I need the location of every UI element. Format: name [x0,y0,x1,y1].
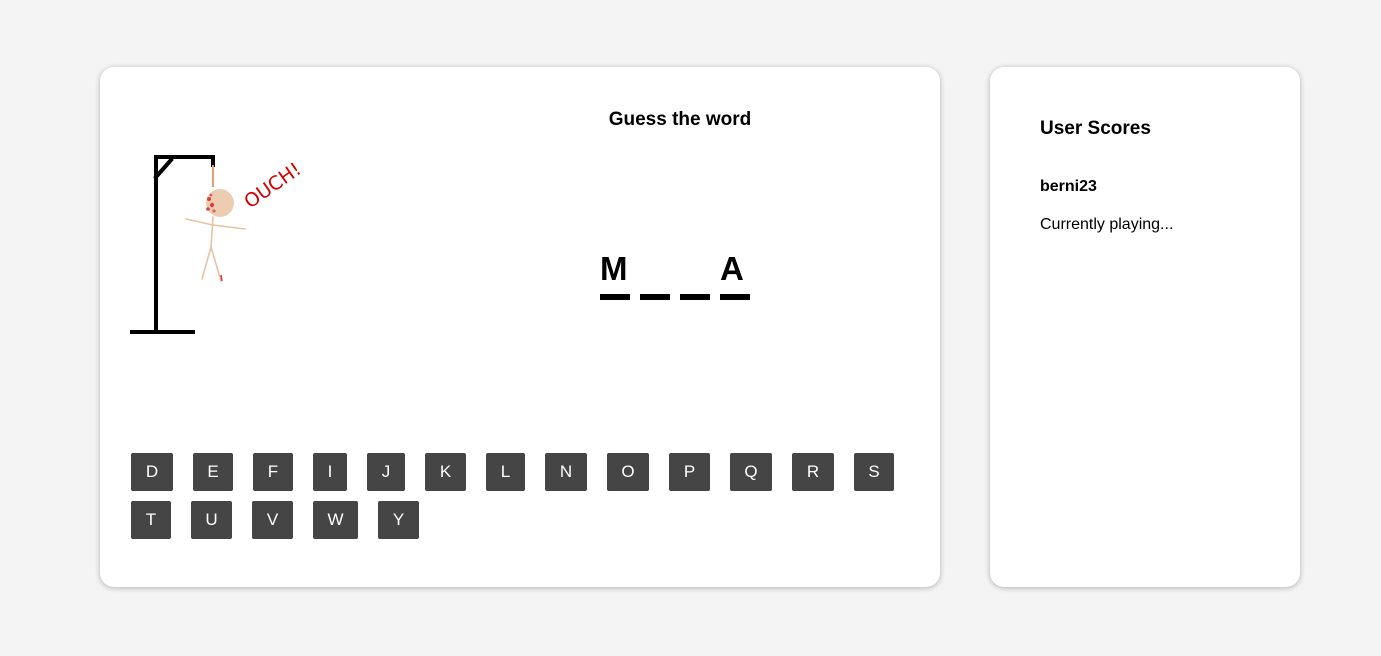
letter-key-o[interactable]: O [607,453,649,491]
letter-key-t[interactable]: T [131,501,171,539]
letter-key-q[interactable]: Q [730,453,772,491]
letter-key-w[interactable]: W [313,501,358,539]
letter-slot [680,250,710,300]
hanged-body [185,216,246,282]
letter-key-l[interactable]: L [486,453,525,491]
game-title: Guess the word [608,109,752,130]
game-panel: OUCH! Guess the word M A D E F I J K L N… [100,67,940,587]
player-name: berni23 [1040,178,1097,195]
letter-key-v[interactable]: V [252,501,293,539]
letter-key-n[interactable]: N [545,453,587,491]
letter-slot [640,250,670,300]
gallows-structure [130,155,215,334]
letter-key-i[interactable]: I [313,453,347,491]
letter-key-d[interactable]: D [131,453,173,491]
letter-key-u[interactable]: U [191,501,232,539]
letter-key-r[interactable]: R [792,453,834,491]
letter-key-y[interactable]: Y [378,501,419,539]
hanged-head [206,189,234,217]
ouch-label: OUCH! [240,158,305,213]
letter-key-f[interactable]: F [253,453,293,491]
letter-slot: M [600,250,630,300]
letter-key-s[interactable]: S [854,453,894,491]
hangman-drawing: OUCH! [130,155,305,334]
letter-slot: A [720,250,750,300]
scores-panel: User Scores berni23 Currently playing... [990,67,1300,587]
letter-key-k[interactable]: K [425,453,466,491]
letter-key-e[interactable]: E [193,453,233,491]
scores-title: User Scores [1040,118,1151,139]
letter-key-j[interactable]: J [367,453,405,491]
player-status: Currently playing... [1040,216,1174,233]
letter-key-p[interactable]: P [669,453,710,491]
